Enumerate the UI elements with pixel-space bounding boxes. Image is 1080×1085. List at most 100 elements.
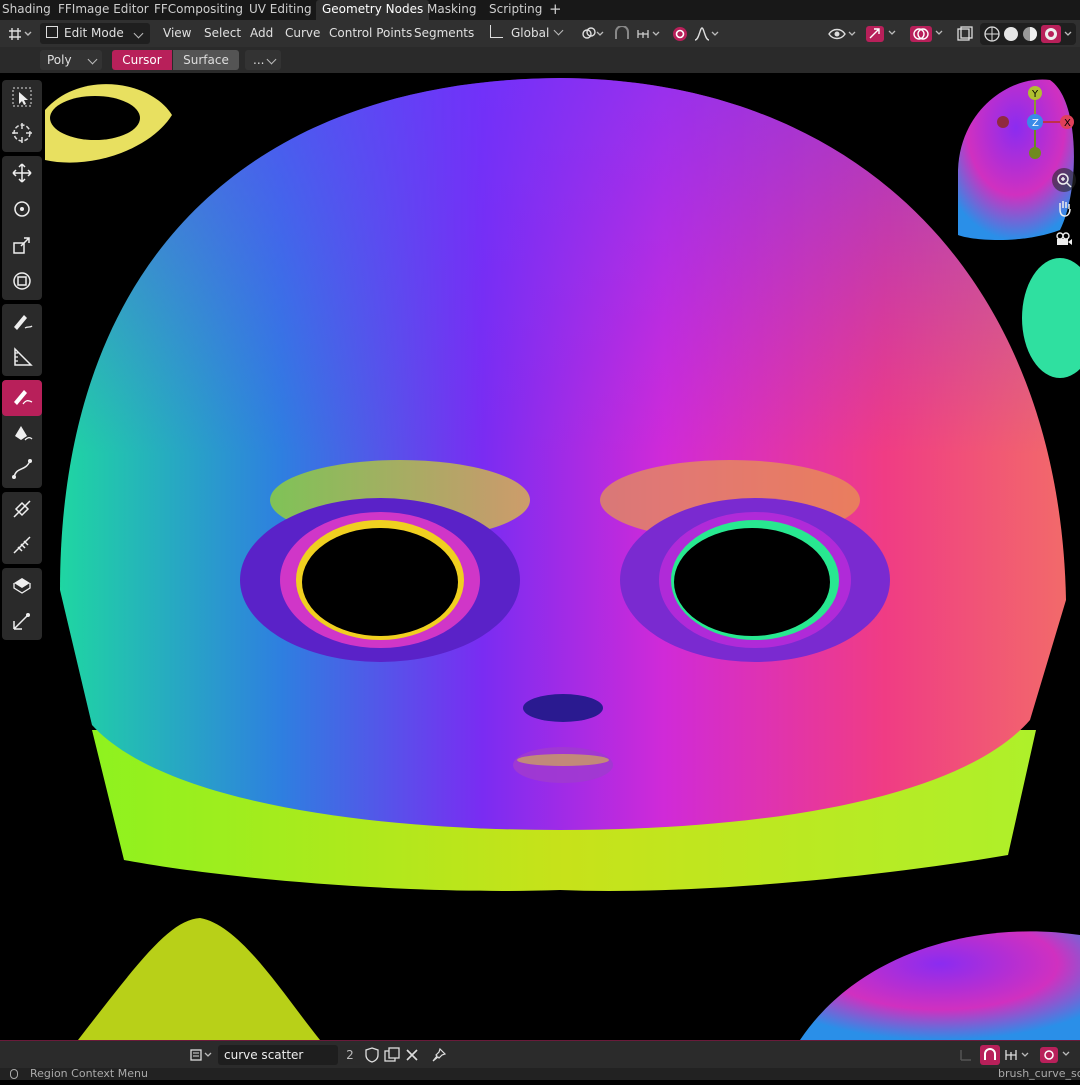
gizmo-toggle-icon[interactable]	[864, 24, 898, 44]
extrude-icon	[11, 574, 33, 599]
tool-tilt[interactable]	[2, 492, 42, 528]
menu-control-points[interactable]: Control Points	[329, 23, 412, 44]
tool-scale[interactable]	[2, 228, 42, 264]
align-icon	[956, 1045, 976, 1065]
extrude-group	[2, 568, 42, 640]
annotate-icon	[11, 310, 33, 335]
duplicate-icon[interactable]	[383, 1045, 401, 1065]
viewport-header: Edit Mode View Select Add Curve Control …	[0, 20, 1080, 47]
svg-text:Y: Y	[1031, 89, 1039, 100]
tool-cursor[interactable]	[2, 116, 42, 152]
navigation-gizmo[interactable]: Y X Z	[995, 85, 1077, 165]
proportional-editing-icon[interactable]	[670, 24, 690, 44]
brush-browse-icon[interactable]	[188, 1045, 216, 1065]
tab-masking[interactable]: Masking	[421, 0, 482, 20]
shading-mode-group	[980, 23, 1076, 45]
tool-move[interactable]	[2, 156, 42, 192]
orientation-axis-icon	[490, 25, 503, 38]
camera-icon[interactable]	[1052, 227, 1076, 251]
viewport-render	[45, 78, 1080, 1040]
menu-select[interactable]: Select	[204, 23, 241, 44]
chevron-down-icon	[553, 25, 564, 36]
more-options-dropdown[interactable]: ...	[245, 50, 281, 70]
menu-view[interactable]: View	[163, 23, 191, 44]
chevron-down-icon	[133, 28, 144, 39]
snap-icon[interactable]	[612, 24, 632, 44]
tool-pen[interactable]	[2, 416, 42, 452]
tab-ffcompositing[interactable]: FFCompositing	[148, 0, 249, 20]
tool-shelf	[2, 80, 42, 644]
pan-hand-icon[interactable]	[1052, 196, 1076, 220]
option-surface[interactable]: Surface	[173, 50, 239, 70]
cursor-icon	[11, 122, 33, 147]
scale-icon	[11, 234, 33, 259]
deform-group	[2, 492, 42, 564]
chevron-down-icon	[266, 54, 277, 65]
tool-randomize[interactable]	[2, 604, 42, 640]
proportional-icon[interactable]	[1038, 1045, 1076, 1065]
curve-type-dropdown[interactable]: Poly	[40, 50, 102, 70]
chevron-down-icon	[87, 54, 98, 65]
annotate-group	[2, 304, 42, 376]
close-icon[interactable]	[403, 1045, 421, 1065]
draw-icon	[11, 386, 33, 411]
option-cursor[interactable]: Cursor	[112, 50, 172, 70]
curve-group	[2, 380, 42, 488]
select-cursor-icon	[11, 86, 33, 111]
more-label: ...	[253, 53, 265, 67]
tool-transform[interactable]	[2, 264, 42, 300]
snap-settings-icon[interactable]	[1002, 1045, 1034, 1065]
tool-measure[interactable]	[2, 340, 42, 376]
brush-users-count[interactable]: 2	[340, 1045, 360, 1065]
fake-user-shield-icon[interactable]	[363, 1045, 381, 1065]
tool-extrude[interactable]	[2, 568, 42, 604]
pin-icon[interactable]	[430, 1045, 448, 1065]
menu-add[interactable]: Add	[250, 23, 273, 44]
curve-edit-icon	[11, 458, 33, 483]
radius-icon	[11, 534, 33, 559]
menu-segments[interactable]: Segments	[414, 23, 474, 44]
select-group	[2, 80, 42, 152]
tool-radius[interactable]	[2, 528, 42, 564]
tab-uv-editing[interactable]: UV Editing	[243, 0, 318, 20]
status-hint-right: brush_curve_sca	[998, 1068, 1080, 1080]
snap-magnet-icon[interactable]	[980, 1045, 1000, 1065]
tool-curve-edit[interactable]	[2, 452, 42, 488]
orientation-label: Global	[511, 26, 550, 40]
snap-target-icon[interactable]	[634, 24, 664, 44]
brush-name-field[interactable]: curve scatter brush	[218, 1045, 338, 1082]
tab-ffimage-editor[interactable]: FFImage Editor	[52, 0, 155, 20]
tool-select-box[interactable]	[2, 80, 42, 116]
svg-text:Z: Z	[1032, 118, 1039, 129]
mode-label: Edit Mode	[64, 26, 124, 40]
tool-rotate[interactable]	[2, 192, 42, 228]
transform-group	[2, 156, 42, 300]
transform-icon	[11, 270, 33, 295]
3d-viewport[interactable]: Y X Z	[0, 73, 1080, 1040]
move-icon	[11, 162, 33, 187]
xray-toggle-icon[interactable]	[954, 24, 976, 44]
overlays-toggle-icon[interactable]	[908, 24, 946, 44]
edit-mode-icon	[46, 26, 58, 38]
editor-type-icon[interactable]	[6, 24, 34, 44]
add-workspace-button[interactable]: +	[543, 0, 568, 20]
mode-dropdown[interactable]: Edit Mode	[40, 23, 150, 44]
randomize-icon	[11, 610, 33, 635]
tool-draw[interactable]	[2, 380, 42, 416]
tool-settings-bar: Poly Cursor Surface ...	[0, 47, 1080, 73]
tilt-icon	[11, 498, 33, 523]
tab-scripting[interactable]: Scripting	[483, 0, 548, 20]
tab-geometry-nodes[interactable]: Geometry Nodes	[316, 0, 430, 20]
tool-annotate[interactable]	[2, 304, 42, 340]
menu-curve[interactable]: Curve	[285, 23, 320, 44]
zoom-icon[interactable]	[1052, 168, 1076, 192]
status-bar: Region Context Menu brush_curve_sca	[0, 1068, 1080, 1080]
tab-shading[interactable]: Shading	[0, 0, 57, 20]
pivot-point-icon[interactable]	[578, 24, 606, 44]
curve-type-label: Poly	[47, 53, 72, 67]
status-hint-left: Region Context Menu	[30, 1068, 148, 1080]
visibility-icon[interactable]	[826, 24, 858, 44]
falloff-icon[interactable]	[692, 24, 722, 44]
transform-orientation-dropdown[interactable]: Global	[490, 23, 564, 44]
workspace-tabs-bar: Shading FFImage Editor FFCompositing UV …	[0, 0, 1080, 20]
